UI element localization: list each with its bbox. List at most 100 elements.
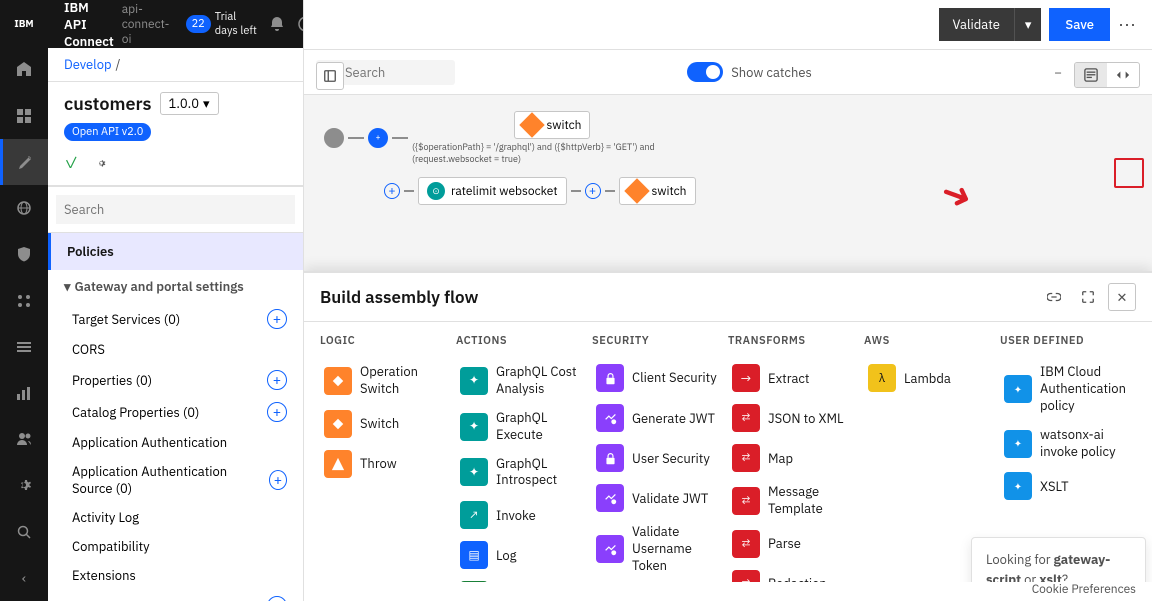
expand-icon-btn[interactable] [1074, 283, 1102, 311]
security-item-1[interactable]: Generate JWT [592, 398, 728, 438]
nav-icon-home[interactable] [0, 46, 48, 92]
graphql-execute-icon: ✦ [460, 413, 488, 441]
aws-item-lambda[interactable]: λ Lambda [864, 358, 1000, 398]
nav-icon-shield[interactable] [0, 231, 48, 277]
nav-icon-settings[interactable] [0, 462, 48, 508]
transforms-item-4[interactable]: ⇄ Parse [728, 524, 864, 564]
throw-label: Throw [360, 455, 397, 472]
ratelimit-node[interactable]: ⊙ ratelimit websocket [418, 177, 567, 205]
sidebar-row-app-auth[interactable]: Application Authentication [48, 428, 303, 457]
sidebar-row-catalog-properties[interactable]: Catalog Properties (0) + [48, 396, 303, 428]
nav-icon-list[interactable] [0, 324, 48, 370]
panel-actions: ✕ [1040, 283, 1136, 311]
nav-logo-area: IBM [0, 0, 48, 46]
sidebar-row-properties[interactable]: Properties (0) + [48, 364, 303, 396]
collapse-sidebar-btn[interactable] [316, 62, 344, 90]
sidebar-row-compatibility[interactable]: Compatibility [48, 532, 303, 561]
cookie-preferences[interactable]: Cookie Preferences [1032, 582, 1136, 597]
more-options-btn[interactable]: ⋯ [1118, 13, 1136, 36]
transforms-item-5[interactable]: ⇄ Redaction [728, 564, 864, 582]
graphql-introspect-label: GraphQL Introspect [496, 456, 588, 490]
message-template-label: Message Template [768, 484, 860, 518]
breadcrumb-develop[interactable]: Develop [64, 56, 112, 73]
nav-icon-chart[interactable] [0, 370, 48, 416]
switch-node-2[interactable]: switch [619, 177, 696, 205]
validate-jwt-icon [596, 484, 624, 512]
sidebar-search-input[interactable] [56, 195, 295, 224]
nav-icon-search[interactable] [0, 509, 48, 555]
transforms-item-1[interactable]: ⇄ JSON to XML [728, 398, 864, 438]
sidebar-row-activity-log[interactable]: Activity Log [48, 503, 303, 532]
security-item-0[interactable]: Client Security [592, 358, 728, 398]
transforms-item-3[interactable]: ⇄ Message Template [728, 478, 864, 524]
nav-icon-users[interactable] [0, 416, 48, 462]
security-item-3[interactable]: Validate JWT [592, 478, 728, 518]
switch-node[interactable]: switch ({$operationPath} = '/graphql') a… [412, 111, 692, 165]
user-defined-item-2[interactable]: ✦ XSLT [1000, 466, 1136, 506]
canvas-search-input[interactable] [345, 64, 445, 81]
nav-icon-apps[interactable] [0, 277, 48, 323]
api-icon-actions: ✓ [48, 145, 303, 185]
validate-username-label: Validate Username Token [632, 524, 724, 575]
category-user-defined: User Defined ✦ IBM Cloud Authentication … [1000, 334, 1136, 582]
redaction-icon: ⇄ [732, 570, 760, 582]
add-properties-btn[interactable]: + [267, 370, 287, 390]
actions-item-0[interactable]: ✦ GraphQL Cost Analysis [456, 358, 592, 404]
save-button[interactable]: Save [1049, 8, 1110, 41]
map-icon: ⇄ [732, 444, 760, 472]
sidebar-row-cors[interactable]: CORS [48, 335, 303, 364]
zoom-out-btn[interactable]: − [1044, 58, 1072, 86]
logic-item-operation-switch[interactable]: Operation Switch [320, 358, 456, 404]
notification-icon[interactable] [266, 10, 287, 38]
validate-button[interactable]: Validate [939, 8, 1014, 41]
connector-plus-1[interactable]: + [384, 183, 400, 199]
user-defined-item-1[interactable]: ✦ watsonx-ai invoke policy [1000, 421, 1136, 467]
sidebar-row-categories[interactable]: Categories (0) + [48, 590, 303, 601]
actions-item-5[interactable]: ⊙ Rate limit [456, 575, 592, 582]
logic-item-throw[interactable]: Throw [320, 444, 456, 484]
transforms-item-0[interactable]: → Extract [728, 358, 864, 398]
actions-item-1[interactable]: ✦ GraphQL Execute [456, 404, 592, 450]
version-selector[interactable]: 1.0.0 ▾ [160, 92, 219, 115]
visual-toggle-btn[interactable] [1075, 63, 1107, 87]
transforms-item-2[interactable]: ⇄ Map [728, 438, 864, 478]
nav-icon-dashboard[interactable] [0, 92, 48, 138]
category-transforms-title: Transforms [728, 334, 864, 348]
validate-dropdown-btn[interactable]: ▾ [1014, 8, 1042, 41]
connector-plus-2[interactable]: + [585, 183, 601, 199]
close-panel-btn[interactable]: ✕ [1108, 283, 1136, 311]
show-catches-toggle[interactable] [687, 62, 723, 82]
category-aws-title: AWS [864, 334, 1000, 348]
validate-username-icon [596, 535, 624, 563]
add-categories-btn[interactable]: + [267, 596, 287, 601]
add-catalog-btn[interactable]: + [267, 402, 287, 422]
categories-grid: Logic Operation Switch Switch [304, 322, 1152, 582]
security-item-4[interactable]: Validate Username Token [592, 518, 728, 581]
graphql-introspect-icon: ✦ [460, 458, 488, 486]
sidebar-row-extensions[interactable]: Extensions [48, 561, 303, 590]
flow-canvas: + switch ({$operationPath} = '/graphql')… [304, 95, 1152, 221]
api-settings-icon[interactable] [87, 149, 115, 177]
nav-icon-collapse[interactable]: ‹ [0, 555, 48, 601]
sidebar-row-target-services[interactable]: Target Services (0) + [48, 303, 303, 335]
add-auth-source-btn[interactable]: + [269, 470, 287, 490]
canvas-toolbar: Show catches − + ⛶ [304, 50, 1152, 95]
user-defined-item-0[interactable]: ✦ IBM Cloud Authentication policy [1000, 358, 1136, 421]
actions-item-3[interactable]: ↗ Invoke [456, 495, 592, 535]
gateway-section-header[interactable]: ▾ Gateway and portal settings [48, 270, 303, 303]
add-target-services-btn[interactable]: + [267, 309, 287, 329]
nav-icon-network[interactable] [0, 185, 48, 231]
nav-icon-edit[interactable] [0, 139, 48, 185]
sidebar-row-app-auth-source[interactable]: Application Authentication Source (0) + [48, 457, 303, 503]
security-item-2[interactable]: User Security [592, 438, 728, 478]
policies-item[interactable]: Policies [48, 233, 303, 270]
logic-item-switch[interactable]: Switch [320, 404, 456, 444]
help-icon[interactable]: ? [295, 10, 304, 38]
json-xml-icon: ⇄ [732, 404, 760, 432]
actions-item-2[interactable]: ✦ GraphQL Introspect [456, 450, 592, 496]
switch-icon [324, 410, 352, 438]
link-icon-btn[interactable] [1040, 283, 1068, 311]
actions-item-4[interactable]: ▤ Log [456, 535, 592, 575]
code-toggle-btn[interactable] [1107, 63, 1139, 87]
tooltip-after: ? [1062, 571, 1068, 582]
